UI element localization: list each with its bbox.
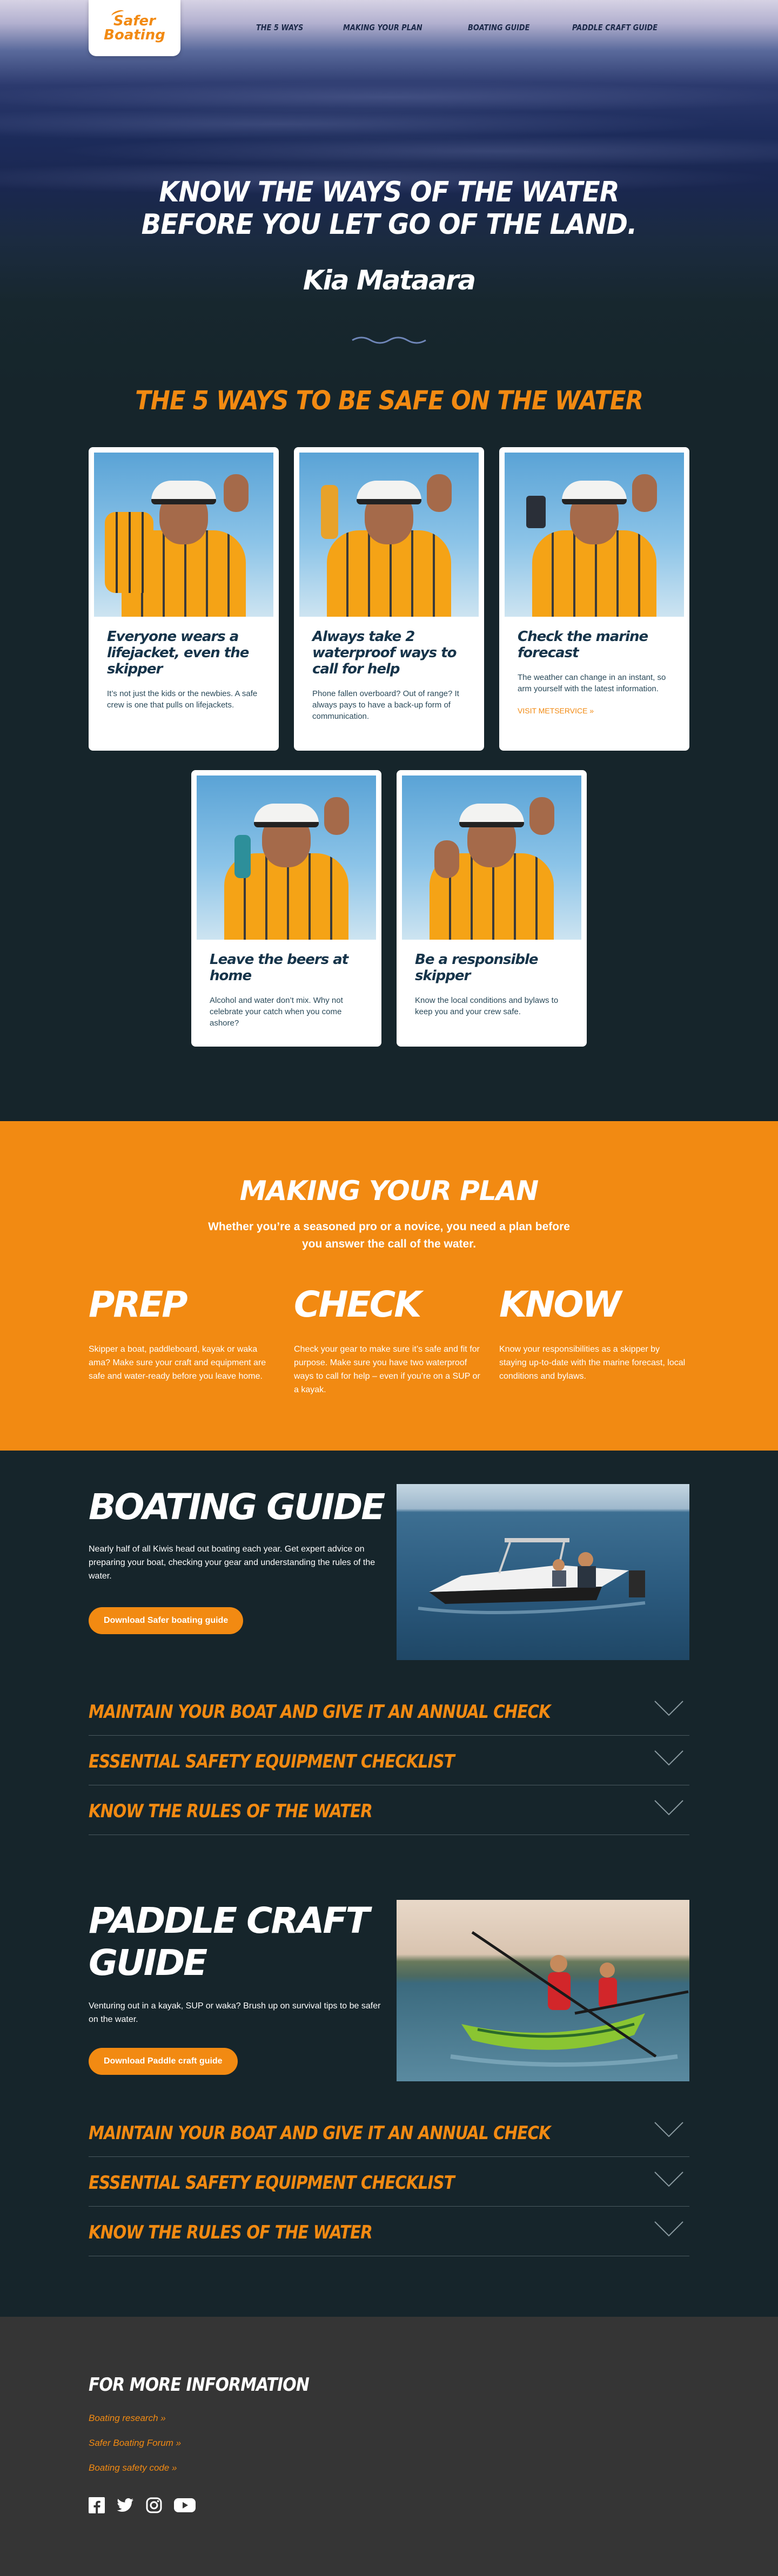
chevron-down-icon <box>654 1800 683 1816</box>
youtube-icon[interactable] <box>174 2497 196 2513</box>
way-card-call-for-help: Always take 2 waterproof ways to call fo… <box>294 447 484 751</box>
card-text: The weather can change in an instant, so… <box>518 673 666 693</box>
paddle-guide-title-line1: PADDLE CRAFT <box>89 1900 370 1941</box>
card-text: It’s not just the kids or the newbies. A… <box>107 689 258 710</box>
plan-column-prep: PREP Skipper a boat, paddleboard, kayak … <box>89 1283 278 1383</box>
plan-column-heading: CHECK <box>294 1284 421 1325</box>
card-photo <box>402 776 581 940</box>
footer: FOR MORE INFORMATION Boating research » … <box>0 2317 778 2576</box>
plan-column-check: CHECK Check your gear to make sure it’s … <box>294 1283 483 1397</box>
boating-guide-text: Nearly half of all Kiwis head out boatin… <box>89 1545 375 1581</box>
nav-paddle-craft-guide[interactable]: PADDLE CRAFT GUIDE <box>572 23 658 32</box>
boat-photo <box>397 1484 689 1660</box>
accordion-label: ESSENTIAL SAFETY EQUIPMENT CHECKLIST <box>89 1751 455 1772</box>
way-card-lifejacket: Everyone wears a lifejacket, even the sk… <box>89 447 279 751</box>
nav-making-your-plan[interactable]: MAKING YOUR PLAN <box>343 23 422 32</box>
plan-column-text: Know your responsibilities as a skipper … <box>499 1345 686 1381</box>
instagram-icon[interactable] <box>146 2497 162 2513</box>
paddle-accordion-item[interactable]: MAINTAIN YOUR BOAT AND GIVE IT AN ANNUAL… <box>89 2107 689 2157</box>
boating-accordion-item[interactable]: MAINTAIN YOUR BOAT AND GIVE IT AN ANNUAL… <box>89 1686 689 1736</box>
boating-accordion-item[interactable]: ESSENTIAL SAFETY EQUIPMENT CHECKLIST <box>89 1736 689 1785</box>
plan-column-know: KNOW Know your responsibilities as a ski… <box>499 1283 688 1383</box>
chevron-down-icon <box>654 2122 683 2137</box>
download-boating-guide-button[interactable]: Download Safer boating guide <box>89 1607 244 1634</box>
hero-title: KNOW THE WAYS OF THE WATER BEFORE YOU LE… <box>0 176 778 241</box>
hero-title-line2: BEFORE YOU LET GO OF THE LAND. <box>141 208 638 241</box>
boating-guide-section: BOATING GUIDE Nearly half of all Kiwis h… <box>0 1451 778 1861</box>
chevron-down-icon <box>654 1701 683 1716</box>
card-title: Leave the beers at home <box>210 952 348 984</box>
paddle-guide-text: Venturing out in a kayak, SUP or waka? B… <box>89 2001 381 2024</box>
card-text: Know the local conditions and bylaws to … <box>415 996 559 1016</box>
way-card-responsible-skipper: Be a responsible skipper Know the local … <box>397 770 587 1047</box>
plan-title: MAKING YOUR PLAN <box>239 1175 539 1206</box>
logo-line1: Safer <box>113 13 156 29</box>
plan-subtitle: Whether you’re a seasoned pro or a novic… <box>208 1220 570 1250</box>
chevron-down-icon <box>654 1750 683 1766</box>
hero-title-line1: KNOW THE WAYS OF THE WATER <box>159 176 619 208</box>
card-title: Check the marine forecast <box>518 629 648 661</box>
accordion-label: KNOW THE RULES OF THE WATER <box>89 2222 373 2243</box>
footer-title: FOR MORE INFORMATION <box>89 2374 310 2396</box>
way-card-beers: Leave the beers at home Alcohol and wate… <box>191 770 381 1047</box>
making-your-plan: MAKING YOUR PLAN Whether you’re a season… <box>0 1121 778 1451</box>
nav-boating-guide[interactable]: BOATING GUIDE <box>468 23 529 32</box>
card-text: Alcohol and water don’t mix. Why not cel… <box>210 996 343 1028</box>
accordion-label: MAINTAIN YOUR BOAT AND GIVE IT AN ANNUAL… <box>89 1701 551 1723</box>
nav-the-5-ways[interactable]: THE 5 WAYS <box>256 23 303 32</box>
site-logo[interactable]: Safer Boating <box>89 0 180 56</box>
way-card-marine-forecast: Check the marine forecast The weather ca… <box>499 447 689 751</box>
card-photo <box>197 776 376 940</box>
card-photo <box>94 453 273 617</box>
card-photo <box>505 453 684 617</box>
paddle-accordion-item[interactable]: ESSENTIAL SAFETY EQUIPMENT CHECKLIST <box>89 2157 689 2207</box>
logo-line2: Boating <box>104 27 165 43</box>
footer-link-boating-research[interactable]: Boating research » <box>89 2413 166 2424</box>
plan-column-heading: PREP <box>89 1284 188 1325</box>
download-paddle-guide-button[interactable]: Download Paddle craft guide <box>89 2048 238 2075</box>
boating-accordion-item[interactable]: KNOW THE RULES OF THE WATER <box>89 1785 689 1835</box>
chevron-down-icon <box>654 2221 683 2237</box>
card-title: Always take 2 waterproof ways to call fo… <box>312 629 457 677</box>
paddle-accordion-item[interactable]: KNOW THE RULES OF THE WATER <box>89 2207 689 2256</box>
plan-column-heading: KNOW <box>499 1284 621 1325</box>
paddle-guide-title-line2: GUIDE <box>89 1942 207 1984</box>
ways-title: THE 5 WAYS TO BE SAFE ON THE WATER <box>135 386 643 416</box>
accordion-label: ESSENTIAL SAFETY EQUIPMENT CHECKLIST <box>89 2172 455 2194</box>
plan-column-text: Check your gear to make sure it’s safe a… <box>294 1345 480 1394</box>
twitter-icon[interactable] <box>117 2498 134 2513</box>
plan-column-text: Skipper a boat, paddleboard, kayak or wa… <box>89 1345 266 1381</box>
accordion-label: MAINTAIN YOUR BOAT AND GIVE IT AN ANNUAL… <box>89 2122 551 2144</box>
boating-guide-title: BOATING GUIDE <box>89 1486 385 1528</box>
card-text: Phone fallen overboard? Out of range? It… <box>312 689 459 721</box>
card-title: Everyone wears a lifejacket, even the sk… <box>107 629 249 677</box>
kayak-photo <box>397 1900 689 2081</box>
social-links <box>89 2497 196 2513</box>
hero-tagline: Kia Mataara <box>303 265 476 296</box>
accordion-label: KNOW THE RULES OF THE WATER <box>89 1800 373 1822</box>
paddle-guide-section: PADDLE CRAFT GUIDE Venturing out in a ka… <box>0 1861 778 2317</box>
footer-link-boating-safety-code[interactable]: Boating safety code » <box>89 2463 177 2473</box>
footer-link-safer-boating-forum[interactable]: Safer Boating Forum » <box>89 2438 181 2449</box>
card-photo <box>299 453 479 617</box>
facebook-icon[interactable] <box>89 2497 105 2513</box>
card-title: Be a responsible skipper <box>415 952 539 984</box>
main-nav: THE 5 WAYS MAKING YOUR PLAN BOATING GUID… <box>256 23 672 32</box>
metservice-link[interactable]: VISIT METSERVICE » <box>518 706 671 715</box>
paddle-guide-title: PADDLE CRAFT GUIDE <box>89 1900 370 1984</box>
chevron-down-icon <box>654 2172 683 2187</box>
wave-divider-icon <box>352 336 426 344</box>
